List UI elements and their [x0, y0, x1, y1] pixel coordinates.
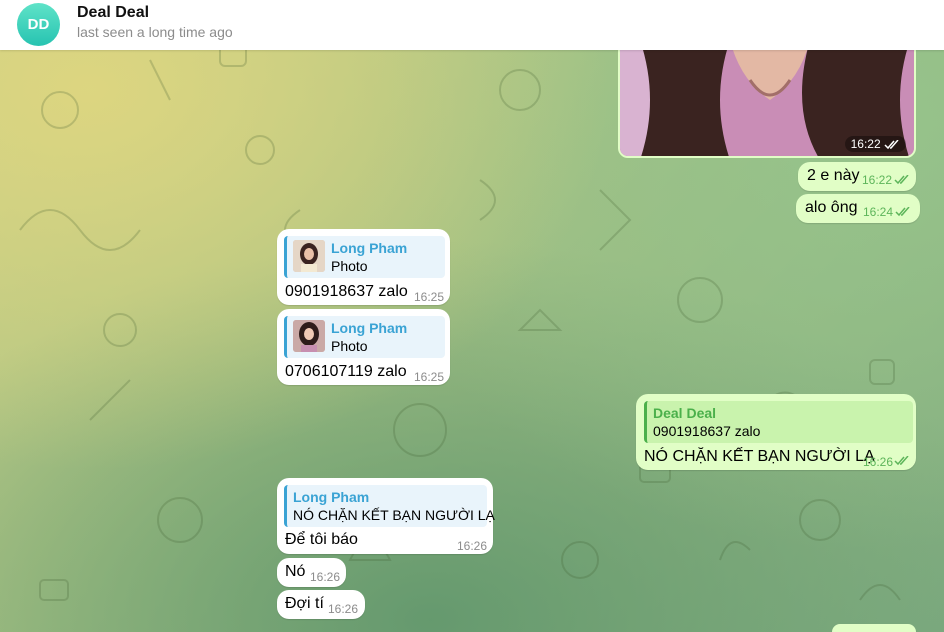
reply-quote[interactable]: Long Pham NÓ CHẶN KẾT BẠN NGƯỜI LẠ [284, 485, 495, 527]
message-text: alo ông [805, 199, 858, 216]
double-check-icon [894, 456, 909, 466]
message-bubble[interactable]: Deal Deal 0901918637 zalo NÓ CHẶN KẾT BẠ… [636, 394, 916, 470]
double-check-icon [895, 207, 910, 217]
reply-author: Long Pham [331, 320, 408, 336]
reply-thumbnail [293, 320, 325, 352]
message-time: 16:24 [863, 205, 894, 219]
reply-author: Deal Deal [653, 405, 717, 421]
message-bubble[interactable]: Long Pham NÓ CHẶN KẾT BẠN NGƯỜI LẠ Để tô… [277, 478, 495, 554]
message-text: 0901918637 zalo [285, 283, 408, 300]
photo-time: 16:22 [844, 136, 906, 152]
message-text: Nó [285, 563, 306, 580]
message-bubble[interactable]: 2 e này 16:22 [798, 162, 916, 191]
message-text: NÓ CHẶN KẾT BẠN NGƯỜI LẠ [644, 448, 875, 465]
reply-quote[interactable]: Long Pham Photo [284, 236, 445, 278]
message-time: 16:26 [863, 455, 894, 469]
message-text: Để tôi báo [285, 531, 358, 548]
message-time: 16:26 [310, 570, 341, 584]
message-bubble[interactable]: Long Pham Photo 0706107119 zalo 16:25 [277, 309, 450, 385]
message-bubble[interactable]: Đợi tí 16:26 [277, 590, 365, 619]
message-time: 16:25 [414, 370, 445, 384]
message-photo[interactable]: 16:22 [618, 38, 916, 158]
avatar[interactable]: DD [17, 3, 60, 46]
reply-quote[interactable]: Deal Deal 0901918637 zalo [644, 401, 913, 443]
reply-text: NÓ CHẶN KẾT BẠN NGƯỜI LẠ [293, 507, 495, 523]
message-bubble[interactable]: Nó 16:26 [277, 558, 346, 587]
message-bubble[interactable]: alo ông 16:24 [796, 194, 920, 223]
reply-quote[interactable]: Long Pham Photo [284, 316, 445, 358]
reply-text: Photo [331, 258, 368, 274]
reply-text: Photo [331, 338, 368, 354]
message-time: 16:26 [328, 602, 359, 616]
double-check-icon [894, 175, 909, 185]
last-seen-status: last seen a long time ago [77, 24, 233, 40]
message-time: 16:25 [414, 290, 445, 304]
message-text: 2 e này [807, 167, 860, 184]
message-bubble-partial[interactable] [832, 624, 916, 632]
message-time: 16:26 [457, 539, 488, 553]
chat-title[interactable]: Deal Deal [77, 4, 149, 22]
message-text: 0706107119 zalo [285, 363, 407, 380]
reply-thumbnail [293, 240, 325, 272]
message-text: Đợi tí [285, 595, 324, 612]
reply-text: 0901918637 zalo [653, 423, 761, 439]
reply-author: Long Pham [331, 240, 408, 256]
chat-header: DD Deal Deal last seen a long time ago [0, 0, 944, 50]
message-time: 16:22 [862, 173, 893, 187]
double-check-icon [884, 139, 899, 149]
message-bubble[interactable]: Long Pham Photo 0901918637 zalo 16:25 [277, 229, 450, 305]
reply-author: Long Pham [293, 489, 370, 505]
